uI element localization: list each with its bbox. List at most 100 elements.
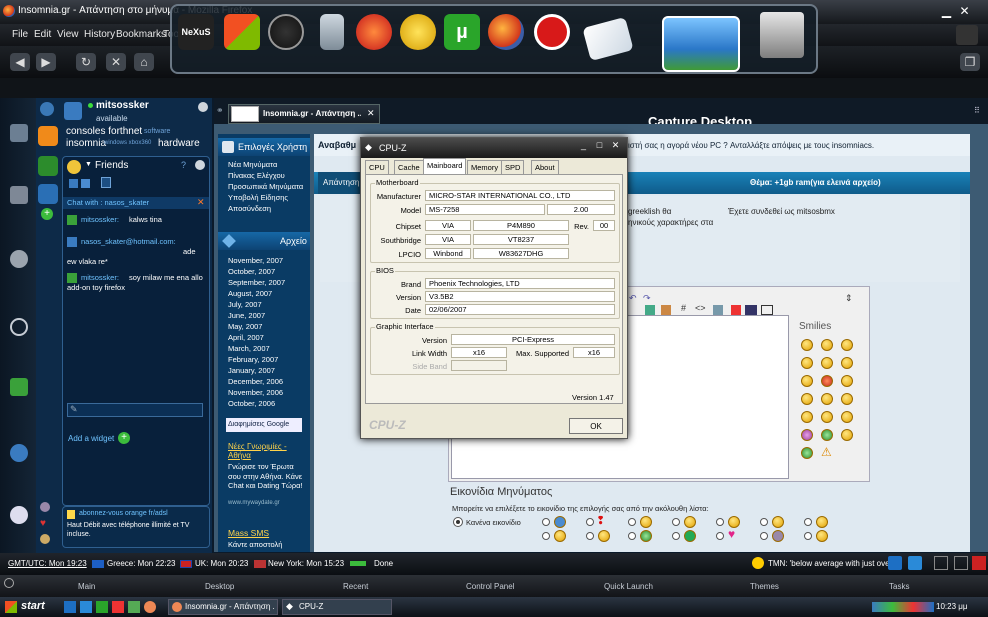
archive-link[interactable]: November, 2006 — [228, 388, 283, 397]
icon-radio[interactable] — [804, 518, 812, 526]
hash-icon[interactable]: # — [681, 303, 686, 313]
smiley-icon[interactable] — [801, 411, 813, 423]
rss-icon[interactable] — [81, 179, 90, 188]
add-icon[interactable]: + — [118, 432, 130, 444]
flag-icon[interactable] — [972, 556, 986, 570]
archive-link[interactable]: October, 2007 — [228, 267, 275, 276]
smiley-icon[interactable] — [801, 357, 813, 369]
addon-icon[interactable] — [934, 556, 948, 570]
tab-mainboard[interactable]: Mainboard — [423, 158, 467, 174]
smiley-icon[interactable] — [801, 393, 813, 405]
reload-icon[interactable]: ↻ — [76, 53, 96, 71]
icon-radio[interactable] — [672, 518, 680, 526]
icon-radio[interactable] — [716, 532, 724, 540]
orb-icon[interactable] — [4, 578, 14, 588]
tab-cache[interactable]: Cache — [394, 160, 424, 174]
smiley-icon[interactable] — [821, 411, 833, 423]
link-icon[interactable]: ⚭ — [216, 105, 224, 116]
menu-edit[interactable]: Edit — [34, 29, 51, 40]
smiley-icon[interactable] — [841, 411, 853, 423]
user-icon[interactable] — [101, 177, 111, 188]
puzzle-icon[interactable] — [10, 378, 28, 396]
archive-link[interactable]: October, 2006 — [228, 399, 275, 408]
spell-icon[interactable] — [761, 305, 773, 315]
image-icon[interactable] — [645, 305, 655, 315]
smiley-icon[interactable] — [841, 375, 853, 387]
smiley-icon[interactable] — [841, 429, 853, 441]
heart-icon[interactable]: ♥ — [40, 518, 46, 529]
firefox-icon[interactable] — [488, 14, 524, 50]
archive-link[interactable]: December, 2006 — [228, 377, 283, 386]
tab-cpu[interactable]: CPU — [365, 160, 389, 174]
menu-view[interactable]: View — [57, 29, 79, 40]
extension-icon[interactable]: ❐ — [960, 53, 980, 71]
addon-icon[interactable] — [908, 556, 922, 570]
smiley-icon[interactable] — [841, 339, 853, 351]
launcher-themes[interactable]: Themes — [750, 582, 779, 591]
browser-tab[interactable]: Insomnia.gr - Απάντηση ... ✕ — [228, 104, 380, 124]
friends-title[interactable]: Friends — [95, 160, 128, 171]
user-status[interactable]: available — [96, 114, 128, 123]
devil-smiley-icon[interactable] — [821, 375, 833, 387]
icon-radio[interactable] — [716, 518, 724, 526]
icon-radio[interactable] — [542, 518, 550, 526]
chat-input[interactable]: ✎ — [67, 403, 203, 417]
grid-icon[interactable]: ⠿ — [974, 106, 980, 115]
archive-link[interactable]: January, 2007 — [228, 366, 275, 375]
maximize-button[interactable]: □ — [593, 140, 606, 153]
smiley-icon[interactable] — [841, 357, 853, 369]
folder-icon[interactable] — [10, 186, 28, 204]
icon-radio[interactable] — [542, 532, 550, 540]
add-widget-link[interactable]: Add a widget — [68, 434, 114, 443]
tab-spd[interactable]: SPD — [501, 160, 525, 174]
home-icon[interactable]: ⌂ — [134, 53, 154, 71]
launcher-tasks[interactable]: Tasks — [889, 582, 909, 591]
minimize-button[interactable]: ▁ — [938, 3, 955, 20]
app-icon[interactable] — [112, 601, 124, 613]
ok-button[interactable]: OK — [569, 418, 623, 434]
archive-link[interactable]: May, 2007 — [228, 322, 262, 331]
gear-icon[interactable] — [10, 444, 28, 462]
smiley-icon[interactable] — [40, 534, 50, 544]
warning-icon[interactable]: ⚠ — [821, 445, 832, 459]
stop-icon[interactable]: ✕ — [106, 53, 126, 71]
help-icon[interactable]: ? — [181, 160, 186, 170]
clock-icon[interactable] — [10, 250, 28, 268]
add-icon[interactable]: + — [41, 208, 53, 220]
close-icon[interactable]: ✕ — [367, 108, 375, 119]
tab-about[interactable]: About — [531, 160, 559, 174]
archive-link[interactable]: June, 2007 — [228, 311, 265, 320]
weather-icon[interactable] — [752, 557, 764, 569]
messenger-icon[interactable] — [38, 184, 58, 204]
archive-link[interactable]: August, 2007 — [228, 289, 272, 298]
system-monitor-icon[interactable] — [760, 12, 804, 58]
utorrent-icon[interactable]: µ — [444, 14, 480, 50]
icon-radio[interactable] — [628, 518, 636, 526]
icon-radio[interactable] — [760, 518, 768, 526]
close-button[interactable]: ✕ — [956, 3, 973, 20]
clock-uk[interactable]: UK: Mon 20:23 — [195, 559, 248, 568]
tab-reply[interactable]: Απάντηση — [318, 172, 364, 194]
taskbar-item[interactable]: ◆ CPU-Z — [282, 599, 392, 615]
insert-icon[interactable] — [661, 305, 671, 315]
archive-link[interactable]: February, 2007 — [228, 355, 278, 364]
back-arrow-icon[interactable]: ◀ — [10, 53, 30, 71]
addon-icon[interactable] — [888, 556, 902, 570]
desktop-icon[interactable] — [80, 601, 92, 613]
icon-radio[interactable] — [804, 532, 812, 540]
ad-panel[interactable]: abonnez-vous orange fr/adsl Haut Débit a… — [62, 506, 210, 548]
menu-history[interactable]: History — [84, 29, 115, 40]
monitor-icon[interactable] — [745, 305, 757, 315]
smiley-icon[interactable] — [821, 429, 833, 441]
taskbar-item[interactable]: Insomnia.gr - Απάντηση ... — [168, 599, 278, 615]
smiley-icon[interactable] — [821, 339, 833, 351]
icon-radio[interactable] — [672, 532, 680, 540]
clock-newyork[interactable]: New York: Mon 15:23 — [268, 559, 344, 568]
recycle-bin-icon[interactable] — [320, 14, 344, 50]
chevron-down-icon[interactable] — [198, 102, 208, 112]
tab-memory[interactable]: Memory — [467, 160, 503, 174]
clock-icon[interactable] — [268, 14, 304, 50]
close-button[interactable]: ✕ — [609, 140, 622, 153]
daemon-tools-icon[interactable] — [400, 14, 436, 50]
ad-link[interactable]: Mass SMS — [228, 528, 269, 538]
